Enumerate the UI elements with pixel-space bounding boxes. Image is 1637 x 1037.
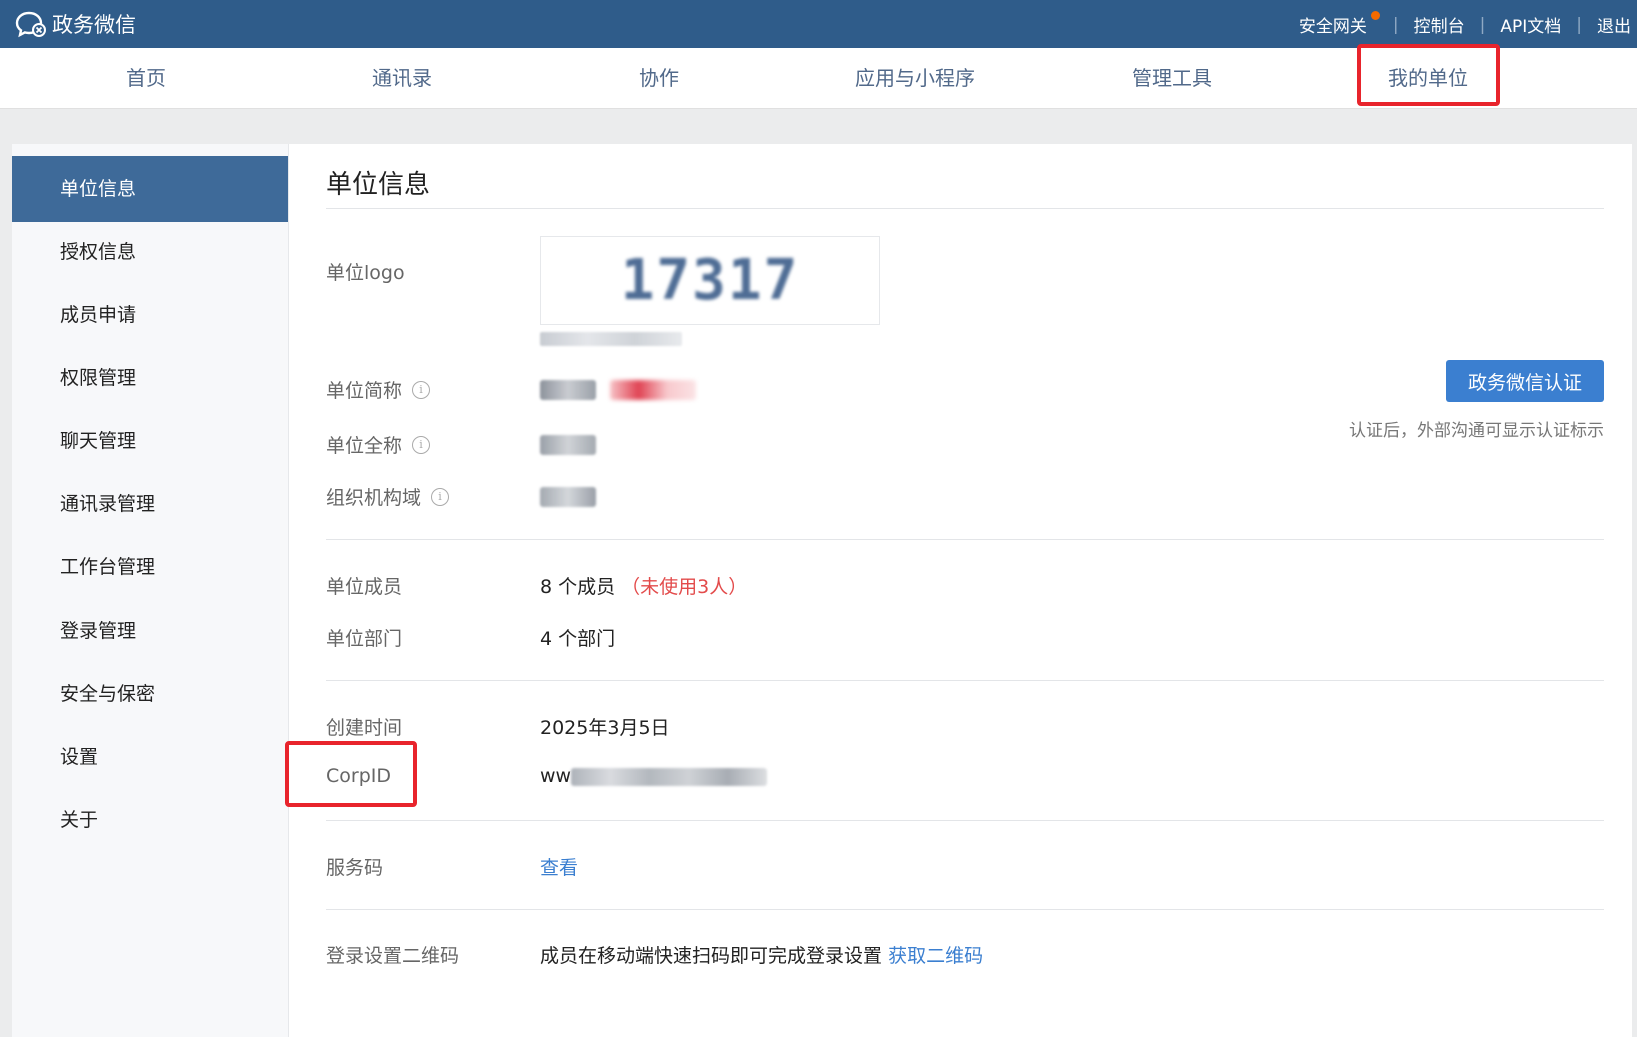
chat-logo-icon <box>15 11 46 38</box>
top-links: 安全网关 | 控制台 | API文档 | 退出 <box>1298 11 1631 37</box>
nav-apps[interactable]: 应用与小程序 <box>855 48 975 108</box>
members-label: 单位成员 <box>326 576 403 598</box>
depts-label: 单位部门 <box>326 628 403 650</box>
nav-tools[interactable]: 管理工具 <box>1132 48 1212 108</box>
members-count: 8 个成员 <box>540 576 616 598</box>
created-value: 2025年3月5日 <box>540 717 670 739</box>
api-docs-link[interactable]: API文档 <box>1500 12 1561 37</box>
created-label: 创建时间 <box>326 717 403 739</box>
sidebar-item-contacts[interactable]: 通讯录管理 <box>12 471 288 537</box>
sidebar-item-member-requests[interactable]: 成员申请 <box>12 282 288 348</box>
divider <box>326 208 1604 209</box>
sidebar-item-permissions[interactable]: 权限管理 <box>12 345 288 411</box>
nav-home[interactable]: 首页 <box>126 48 166 108</box>
sidebar-item-authorization[interactable]: 授权信息 <box>12 219 288 285</box>
main-card: 单位信息 授权信息 成员申请 权限管理 聊天管理 通讯录管理 工作台管理 登录管… <box>12 144 1632 1037</box>
short-name-value <box>540 378 697 400</box>
sidebar-item-org-info[interactable]: 单位信息 <box>12 156 288 222</box>
login-qr-text: 成员在移动端快速扫码即可完成登录设置 <box>540 945 883 967</box>
login-qr-label: 登录设置二维码 <box>326 945 460 967</box>
get-qr-link[interactable]: 获取二维码 <box>888 945 983 967</box>
nav-contacts[interactable]: 通讯录 <box>372 48 432 108</box>
members-unused: （未使用3人） <box>621 576 748 598</box>
sidebar-item-security[interactable]: 安全与保密 <box>12 661 288 727</box>
page-title: 单位信息 <box>326 170 431 200</box>
brand[interactable]: 政务微信 <box>14 10 136 38</box>
blurred-logo-caption <box>540 332 682 346</box>
corpid-prefix: ww <box>540 765 572 787</box>
info-icon[interactable]: i <box>412 380 431 399</box>
sidebar-item-login[interactable]: 登录管理 <box>12 598 288 664</box>
login-qr-value: 成员在移动端快速扫码即可完成登录设置 获取二维码 <box>540 941 983 968</box>
divider <box>326 539 1604 540</box>
separator: | <box>1479 14 1486 35</box>
corpid-value: ww <box>540 765 768 787</box>
brand-name: 政务微信 <box>52 13 136 37</box>
info-icon[interactable]: i <box>412 435 431 454</box>
top-bar: 政务微信 安全网关 | 控制台 | API文档 | 退出 <box>0 0 1637 48</box>
nav-my-org[interactable]: 我的单位 <box>1388 48 1468 108</box>
sidebar-item-workbench[interactable]: 工作台管理 <box>12 534 288 600</box>
logo-label: 单位logo <box>326 262 405 284</box>
sidebar: 单位信息 授权信息 成员申请 权限管理 聊天管理 通讯录管理 工作台管理 登录管… <box>12 144 289 1037</box>
divider <box>326 820 1604 821</box>
service-code-label: 服务码 <box>326 857 384 879</box>
notification-dot <box>1370 11 1380 20</box>
org-domain-label: 组织机构域 i <box>326 483 450 510</box>
service-code-view-link[interactable]: 查看 <box>540 853 578 880</box>
sidebar-item-settings[interactable]: 设置 <box>12 724 288 790</box>
sidebar-item-chat[interactable]: 聊天管理 <box>12 408 288 474</box>
org-logo-text: 17317 <box>620 248 800 313</box>
full-name-label: 单位全称 i <box>326 431 431 458</box>
gov-wechat-cert-button[interactable]: 政务微信认证 <box>1446 360 1604 402</box>
security-gateway-label: 安全网关 <box>1298 17 1367 37</box>
separator: | <box>1576 14 1582 35</box>
security-gateway-link[interactable]: 安全网关 <box>1298 11 1380 37</box>
org-domain-value <box>540 485 596 507</box>
main-nav: 首页 通讯录 协作 应用与小程序 管理工具 我的单位 <box>0 48 1637 109</box>
cert-note: 认证后，外部沟通可显示认证标示 <box>1349 421 1604 441</box>
logout-link[interactable]: 退出 <box>1597 12 1631 37</box>
corpid-label: CorpID <box>326 765 391 787</box>
full-name-value <box>540 433 596 455</box>
org-logo: 17317 <box>540 236 880 325</box>
separator: | <box>1392 14 1399 35</box>
short-name-label: 单位简称 i <box>326 376 431 403</box>
depts-value: 4 个部门 <box>540 628 616 650</box>
sidebar-item-about[interactable]: 关于 <box>12 787 288 853</box>
members-value: 8 个成员 （未使用3人） <box>540 572 747 599</box>
console-link[interactable]: 控制台 <box>1414 12 1465 37</box>
divider <box>326 680 1604 681</box>
info-icon[interactable]: i <box>431 487 450 506</box>
nav-collaboration[interactable]: 协作 <box>639 48 679 108</box>
corpid-redacted <box>571 767 768 786</box>
divider <box>326 909 1604 910</box>
